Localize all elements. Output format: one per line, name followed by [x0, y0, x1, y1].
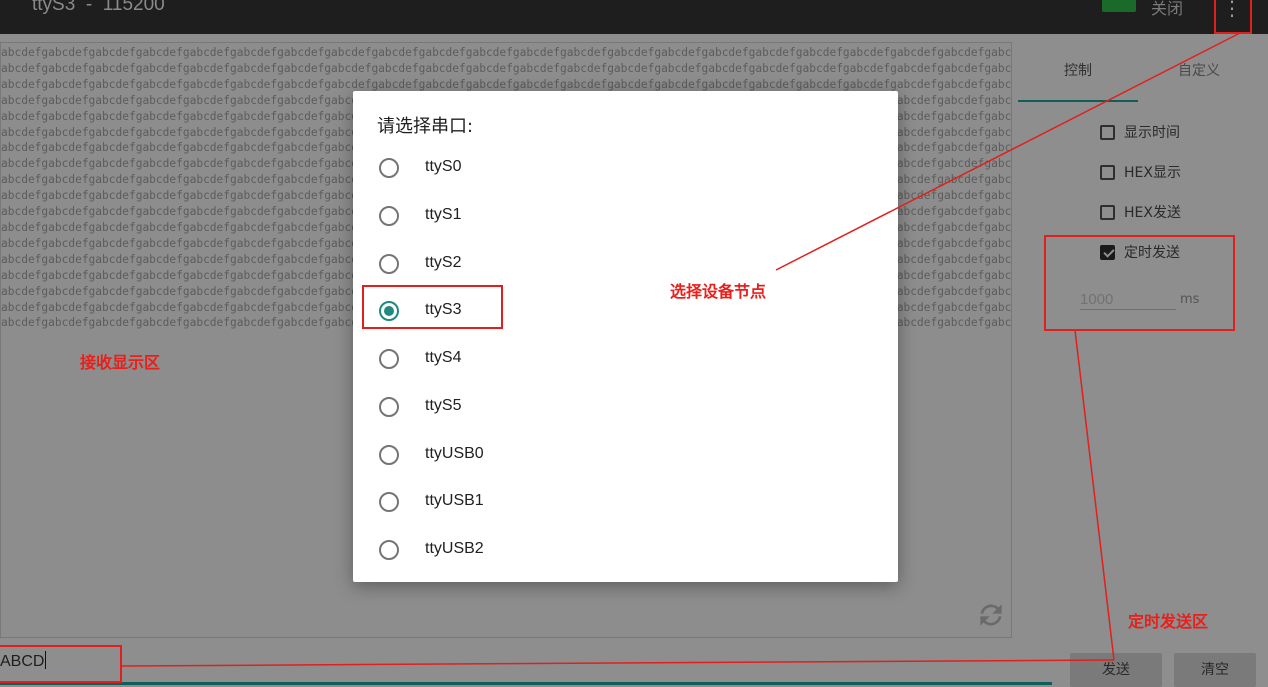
control-panel: 控制 自定义 显示时间 HEX显示 HEX发送 定时发送 ms: [1018, 42, 1268, 647]
port-label: ttyS1: [425, 206, 462, 223]
port-label: ttyS2: [425, 254, 462, 271]
annotation-box-send-input: [0, 645, 122, 683]
show-time-checkbox[interactable]: 显示时间: [1100, 122, 1180, 142]
port-label: ttyUSB0: [425, 445, 484, 462]
hex-display-checkbox[interactable]: HEX显示: [1100, 162, 1181, 182]
port-option[interactable]: ttyUSB1: [353, 480, 898, 524]
open-close-switch[interactable]: [1102, 0, 1136, 12]
port-option[interactable]: ttyS0: [353, 146, 898, 190]
app-bar: ttyS3 - 115200 关闭 ⋮: [0, 0, 1268, 34]
refresh-icon[interactable]: [975, 599, 1007, 631]
radio-icon: [379, 397, 399, 417]
option-label: 显示时间: [1124, 125, 1180, 141]
checkbox-icon: [1100, 204, 1115, 220]
annotation-box-timed-send: [1044, 235, 1235, 331]
checkbox-icon: [1100, 124, 1115, 140]
option-label: HEX发送: [1124, 205, 1181, 221]
send-input[interactable]: ABCD: [0, 651, 1060, 685]
annotation-select-node: 选择设备节点: [670, 282, 767, 301]
radio-icon: [379, 445, 399, 465]
port-option[interactable]: ttyS4: [353, 337, 898, 381]
annotation-receive-area: 接收显示区: [80, 353, 161, 372]
radio-icon: [379, 349, 399, 369]
checkbox-icon: [1100, 164, 1115, 180]
radio-icon: [379, 206, 399, 226]
option-label: HEX显示: [1124, 165, 1181, 181]
app-title: ttyS3 - 115200: [32, 0, 165, 15]
port-label: ttyS0: [425, 158, 462, 175]
annotation-box-selected-port: [362, 285, 503, 329]
hex-send-checkbox[interactable]: HEX发送: [1100, 202, 1181, 222]
port-label: ttyS5: [425, 397, 462, 414]
radio-icon: [379, 158, 399, 178]
annotation-box-menu: [1214, 0, 1252, 34]
close-label[interactable]: 关闭: [1151, 0, 1183, 19]
tab-control[interactable]: 控制: [1064, 60, 1092, 80]
radio-icon: [379, 254, 399, 274]
port-option[interactable]: ttyS5: [353, 385, 898, 429]
port-label: ttyS4: [425, 349, 462, 366]
annotation-timed-send: 定时发送区: [1128, 612, 1209, 631]
port-option[interactable]: ttyUSB2: [353, 528, 898, 572]
clear-button[interactable]: 清空: [1174, 653, 1256, 687]
port-option[interactable]: ttyS1: [353, 194, 898, 238]
port-label: ttyUSB1: [425, 492, 484, 509]
port-option[interactable]: ttyS2: [353, 242, 898, 286]
tab-custom[interactable]: 自定义: [1178, 60, 1220, 80]
radio-icon: [379, 540, 399, 560]
port-label: ttyUSB2: [425, 540, 484, 557]
port-option[interactable]: ttyUSB0: [353, 433, 898, 477]
serial-port-dialog: 请选择串口: ttyS0 ttyS1 ttyS2 ttyS3 ttyS4 tty…: [353, 91, 898, 582]
dialog-title: 请选择串口:: [377, 116, 474, 137]
tab-indicator: [1018, 100, 1138, 102]
radio-icon: [379, 492, 399, 512]
send-button[interactable]: 发送: [1070, 653, 1162, 687]
